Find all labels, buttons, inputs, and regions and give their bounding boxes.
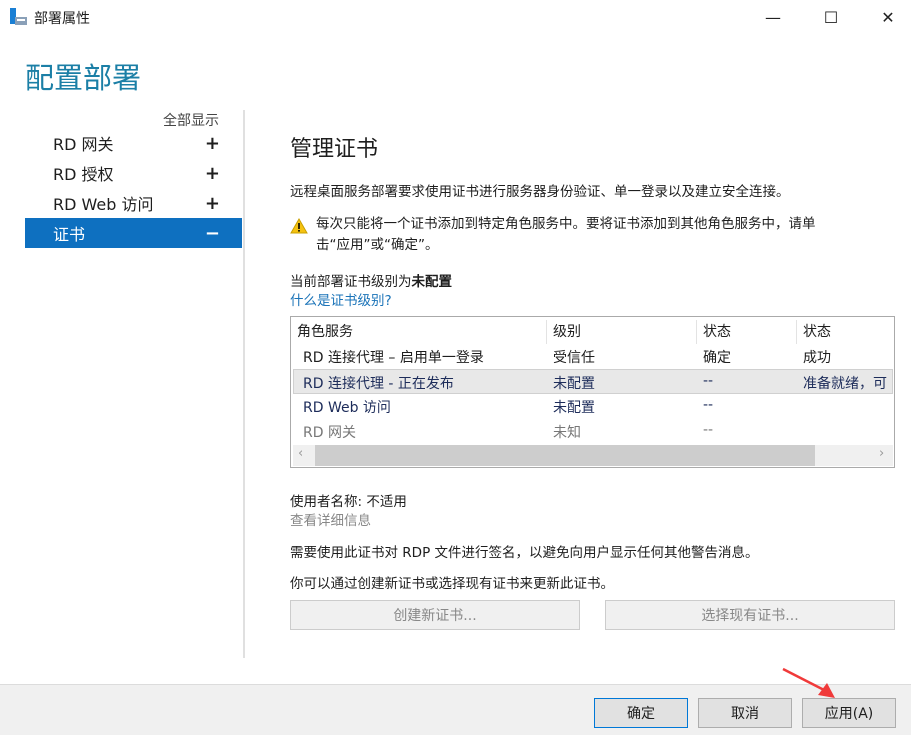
cell: 未配置	[553, 400, 595, 416]
title-bar: 部署属性 — ☐ ✕	[0, 0, 911, 34]
nav-item-certificates[interactable]: 证书 −	[25, 218, 242, 248]
horizontal-scrollbar[interactable]: ‹ ›	[293, 445, 893, 466]
cell: 未配置	[553, 376, 595, 392]
column-header[interactable]: 角色服务	[291, 320, 547, 344]
apply-button[interactable]: 应用(A)	[802, 698, 896, 728]
create-certificate-button[interactable]: 创建新证书...	[290, 600, 580, 630]
collapse-icon: −	[204, 222, 220, 244]
subject-name: 使用者名称: 不适用	[290, 494, 407, 510]
ok-button[interactable]: 确定	[594, 698, 688, 728]
intro-text: 远程桌面服务部署要求使用证书进行服务器身份验证、单一登录以及建立安全连接。	[290, 184, 790, 200]
cell: 未知	[553, 425, 581, 441]
column-header[interactable]: 级别	[547, 320, 697, 344]
nav-label: RD Web 访问	[53, 195, 154, 214]
cell: 准备就绪，可	[803, 376, 887, 392]
nav-item-rd-web-access[interactable]: RD Web 访问 +	[25, 188, 242, 218]
cell: 受信任	[553, 350, 595, 366]
expand-icon: +	[204, 162, 220, 184]
cancel-button[interactable]: 取消	[698, 698, 792, 728]
column-header[interactable]: 状态	[697, 320, 797, 344]
cell: RD Web 访问	[303, 400, 391, 416]
cell: RD 网关	[303, 425, 356, 441]
scroll-left-icon[interactable]: ‹	[298, 446, 303, 461]
rdp-note: 需要使用此证书对 RDP 文件进行签名，以避免向用户显示任何其他警告消息。	[290, 545, 759, 561]
expand-icon: +	[204, 132, 220, 154]
cell: RD 连接代理 - 正在发布	[303, 376, 454, 392]
table-row[interactable]: RD 连接代理 – 启用单一登录 受信任 确定 成功	[293, 344, 893, 369]
table-row[interactable]: RD 网关 未知 --	[293, 419, 893, 444]
column-header[interactable]: 状态	[797, 320, 894, 344]
cell: 确定	[703, 350, 731, 366]
page-title: 配置部署	[25, 61, 142, 95]
red-arrow-annotation	[782, 667, 835, 698]
table-row-selected[interactable]: RD 连接代理 - 正在发布 未配置 -- 准备就绪，可	[293, 369, 893, 394]
table-row[interactable]: RD Web 访问 未配置 --	[293, 394, 893, 419]
nav-item-rd-licensing[interactable]: RD 授权 +	[25, 158, 242, 188]
select-certificate-button[interactable]: 选择现有证书...	[605, 600, 895, 630]
cert-level-value: 未配置	[411, 274, 453, 290]
nav-label: RD 网关	[53, 135, 114, 154]
cert-level-link[interactable]: 什么是证书级别?	[290, 289, 392, 309]
minimize-button[interactable]: —	[750, 0, 796, 34]
cell: RD 连接代理 – 启用单一登录	[303, 350, 484, 366]
scrollbar-thumb[interactable]	[315, 445, 815, 466]
cert-level-text: 当前部署证书级别为未配置	[290, 270, 452, 290]
scroll-right-icon[interactable]: ›	[879, 446, 884, 461]
maximize-button[interactable]: ☐	[808, 0, 854, 34]
role-services-table: 角色服务 级别 状态 状态 RD 连接代理 – 启用单一登录 受信任 确定 成功 RD…	[290, 316, 895, 468]
warning-text-2: 击“应用”或“确定”。	[316, 237, 439, 253]
update-note: 你可以通过创建新证书或选择现有证书来更新此证书。	[290, 576, 614, 592]
cell: --	[703, 422, 714, 438]
nav-label: 证书	[53, 225, 86, 244]
warning-text-1: 每次只能将一个证书添加到特定角色服务中。要将证书添加到其他角色服务中，请单	[316, 216, 816, 232]
view-details-link[interactable]: 查看详细信息	[290, 509, 371, 529]
nav-label: RD 授权	[53, 165, 114, 184]
section-heading: 管理证书	[290, 137, 379, 162]
window-title: 部署属性	[34, 11, 90, 27]
cell: --	[703, 397, 714, 413]
show-all-link[interactable]: 全部显示	[163, 110, 219, 130]
server-icon	[10, 8, 27, 25]
nav-divider	[243, 110, 245, 658]
cell: --	[703, 373, 714, 389]
expand-icon: +	[204, 192, 220, 214]
close-button[interactable]: ✕	[865, 0, 911, 34]
nav-item-rd-gateway[interactable]: RD 网关 +	[25, 128, 242, 158]
cert-level-prefix: 当前部署证书级别为	[290, 274, 412, 290]
warning-icon	[290, 218, 308, 234]
cell: 成功	[803, 350, 831, 366]
